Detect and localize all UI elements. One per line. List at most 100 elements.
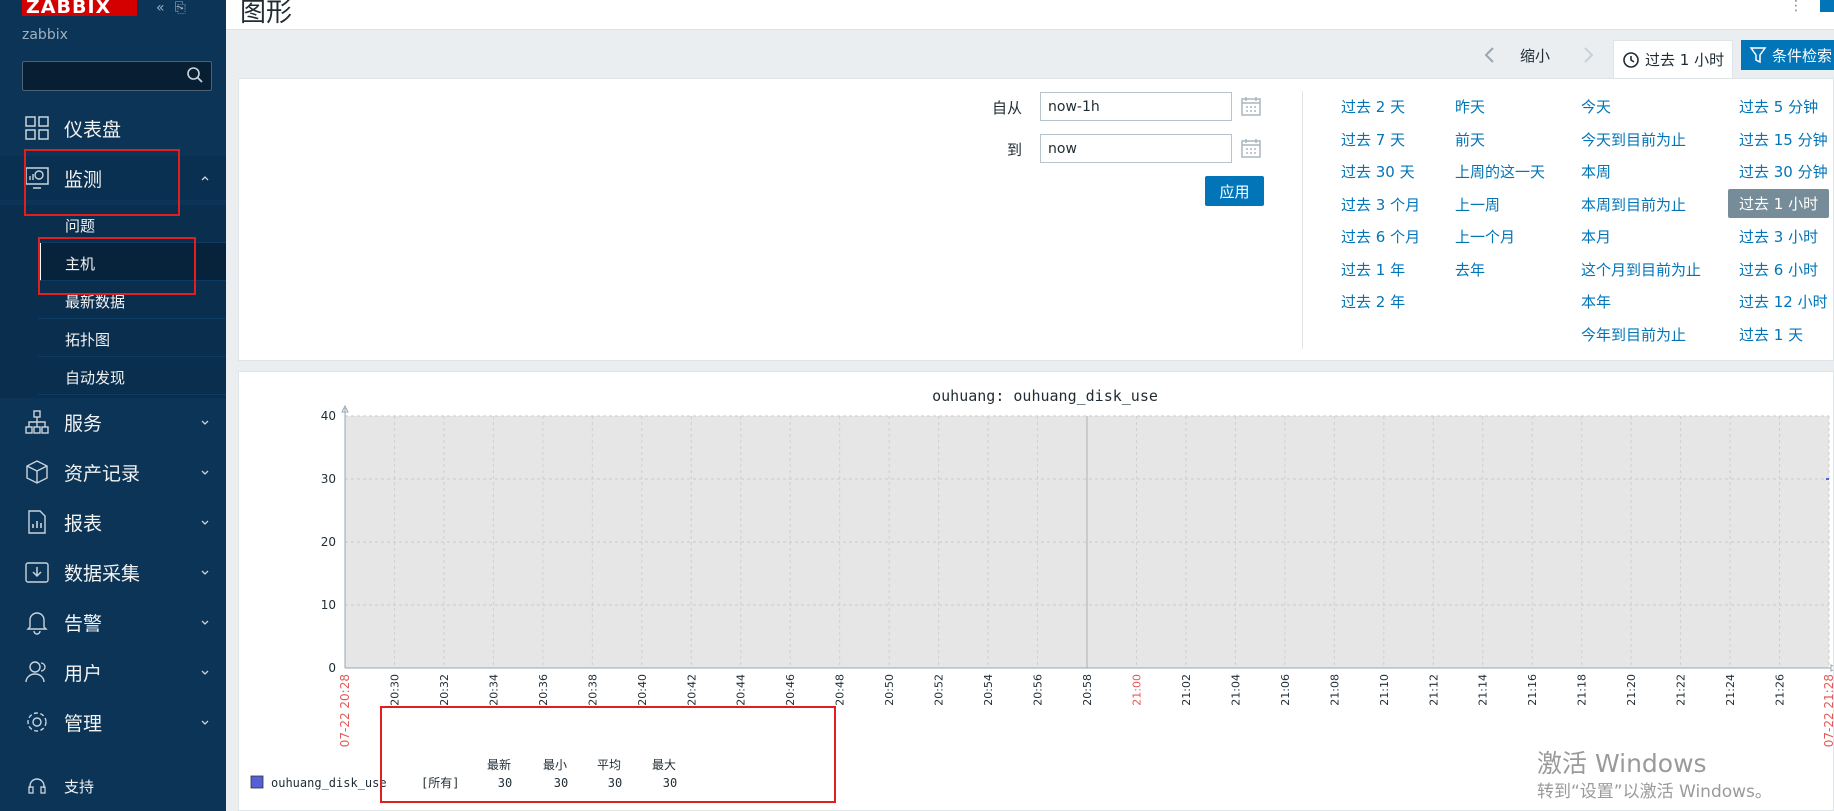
- nav-item-data-collection[interactable]: 数据采集: [0, 550, 226, 594]
- x-tick-label: 20:52: [933, 674, 946, 706]
- chevron-right-icon[interactable]: [1577, 44, 1599, 66]
- submenu-item-maps[interactable]: 拓扑图: [38, 319, 226, 357]
- x-tick-label: 20:48: [834, 674, 847, 706]
- quick-range-link[interactable]: 本年: [1581, 291, 1611, 312]
- x-tick-label: 07-22 20:28: [338, 674, 352, 747]
- chevron-down-icon: [201, 670, 209, 675]
- quick-range-link[interactable]: 本月: [1581, 226, 1611, 247]
- y-tick-label: 0: [328, 661, 336, 675]
- legend-header: 最新: [487, 757, 511, 772]
- submenu-label: 最新数据: [65, 293, 126, 311]
- gear-icon: [27, 712, 47, 732]
- quick-range-link[interactable]: 今天到目前为止: [1581, 129, 1686, 150]
- quick-range-link[interactable]: 过去 2 天: [1341, 96, 1405, 117]
- quick-range-link[interactable]: 过去 30 分钟: [1739, 161, 1828, 182]
- filter-icon: [1749, 47, 1767, 64]
- submenu-item-hosts[interactable]: 主机: [38, 243, 226, 281]
- x-tick-label: 20:40: [636, 674, 649, 706]
- inventory-icon: [26, 460, 48, 484]
- nav-item-support[interactable]: 支持: [0, 766, 226, 806]
- calendar-icon[interactable]: [1240, 137, 1262, 159]
- quick-range-link[interactable]: 过去 30 天: [1341, 161, 1415, 182]
- x-tick-label: 21:06: [1279, 674, 1292, 706]
- x-tick-label: 20:46: [784, 674, 797, 706]
- quick-range-link[interactable]: 上一个月: [1455, 226, 1515, 247]
- quick-range-link[interactable]: 过去 7 天: [1341, 129, 1405, 150]
- chart-x-ticks: 07-22 20:28 20:30 20:32 20:34 20:36 20:38 20:4…: [338, 674, 1833, 747]
- nav-item-alerts[interactable]: 告警: [0, 600, 226, 644]
- quick-range-link[interactable]: 过去 1 天: [1739, 324, 1803, 345]
- submenu-item-latest-data[interactable]: 最新数据: [38, 281, 226, 319]
- to-input[interactable]: [1040, 134, 1232, 163]
- nav-item-services[interactable]: 服务: [0, 400, 226, 444]
- nav-item-monitoring[interactable]: 监测: [0, 156, 226, 200]
- sidebar-collapse-icons[interactable]: «⎘: [156, 0, 196, 16]
- quick-range-link[interactable]: 过去 5 分钟: [1739, 96, 1818, 117]
- nav-label: 数据采集: [64, 562, 141, 585]
- windows-watermark-title: 激活 Windows: [1537, 749, 1707, 778]
- sidebar: ZABBIX «⎘ zabbix 仪表盘 监测 问题 主机 最新数据 拓扑图 自…: [0, 0, 226, 811]
- x-tick-label: 20:44: [735, 674, 748, 706]
- clock-icon: [1623, 51, 1639, 68]
- quick-range-link[interactable]: 上一周: [1455, 194, 1500, 215]
- x-tick-label: 21:24: [1724, 674, 1737, 706]
- monitoring-submenu: 问题 主机 最新数据 拓扑图 自动发现: [0, 205, 226, 398]
- quick-range-link[interactable]: 今年到目前为止: [1581, 324, 1686, 345]
- search-input[interactable]: [22, 61, 212, 91]
- tab-filter[interactable]: 条件检索: [1741, 40, 1834, 70]
- quick-range-link[interactable]: 过去 12 小时: [1739, 291, 1828, 312]
- quick-range-link[interactable]: 昨天: [1455, 96, 1485, 117]
- quick-range-link[interactable]: 今天: [1581, 96, 1611, 117]
- apply-button[interactable]: 应用: [1205, 176, 1264, 206]
- quick-range-link[interactable]: 过去 6 小时: [1739, 259, 1818, 280]
- nav-item-users[interactable]: 用户: [0, 650, 226, 694]
- chevron-down-icon: [201, 570, 209, 575]
- quick-range-link[interactable]: 本周到目前为止: [1581, 194, 1686, 215]
- x-tick-label: 21:26: [1774, 674, 1787, 706]
- page-title: 图形: [240, 0, 293, 28]
- search-icon[interactable]: [186, 66, 204, 84]
- windows-watermark-subtitle: 转到“设置”以激活 Windows。: [1537, 782, 1772, 802]
- quick-range-link[interactable]: 过去 3 小时: [1739, 226, 1818, 247]
- nav-item-inventory[interactable]: 资产记录: [0, 450, 226, 494]
- x-tick-label: 20:30: [388, 674, 401, 706]
- quick-range-link[interactable]: 上周的这一天: [1455, 161, 1545, 182]
- quick-range-link[interactable]: 过去 2 年: [1341, 291, 1405, 312]
- kiosk-mode-button[interactable]: [1820, 0, 1834, 12]
- quick-range-link[interactable]: 过去 3 个月: [1341, 194, 1420, 215]
- legend-header: 最大: [652, 758, 676, 772]
- page-header: 图形 ⋮: [226, 0, 1834, 30]
- zoom-out-button[interactable]: 缩小: [1520, 45, 1550, 66]
- quick-range-link[interactable]: 过去 15 分钟: [1739, 129, 1828, 150]
- y-tick-label: 10: [321, 598, 336, 612]
- quick-range-link[interactable]: 过去 1 年: [1341, 259, 1405, 280]
- submenu-item-discovery[interactable]: 自动发现: [38, 357, 226, 395]
- tab-time-range[interactable]: 过去 1 小时: [1613, 40, 1733, 78]
- chart-y-ticks: 0 10 20 30 40: [321, 409, 336, 675]
- submenu-item-problems[interactable]: 问题: [38, 205, 226, 243]
- quick-range-link[interactable]: 前天: [1455, 129, 1485, 150]
- quick-range-link[interactable]: 本周: [1581, 161, 1611, 182]
- quick-range-link-active[interactable]: 过去 1 小时: [1728, 189, 1830, 218]
- kebab-menu-icon[interactable]: ⋮: [1789, 0, 1803, 14]
- quick-range-link[interactable]: 过去 6 个月: [1341, 226, 1420, 247]
- quick-range-link[interactable]: 去年: [1455, 259, 1485, 280]
- calendar-icon[interactable]: [1240, 95, 1262, 117]
- chart-legend: 最新 最小 平均 最大 ouhuang_disk_use [所有] 30 30 30 30: [250, 757, 677, 790]
- nav-item-administration[interactable]: 管理: [0, 700, 226, 744]
- x-tick-label: 20:54: [982, 674, 995, 706]
- x-tick-label: 21:08: [1328, 674, 1341, 706]
- legend-value: 30: [498, 776, 512, 790]
- nav-item-reports[interactable]: 报表: [0, 500, 226, 544]
- legend-header: 平均: [597, 758, 621, 772]
- y-tick-label: 30: [321, 472, 336, 486]
- zabbix-logo[interactable]: ZABBIX: [22, 0, 137, 16]
- nav-item-dashboard[interactable]: 仪表盘: [0, 106, 226, 150]
- from-input[interactable]: [1040, 92, 1232, 121]
- quick-range-link[interactable]: 这个月到目前为止: [1581, 259, 1701, 280]
- nav-label: 监测: [64, 168, 103, 191]
- nav-label: 资产记录: [64, 462, 141, 485]
- x-tick-label: 21:22: [1675, 674, 1688, 706]
- nav-label: 报表: [64, 512, 103, 535]
- chevron-left-icon[interactable]: [1479, 44, 1501, 66]
